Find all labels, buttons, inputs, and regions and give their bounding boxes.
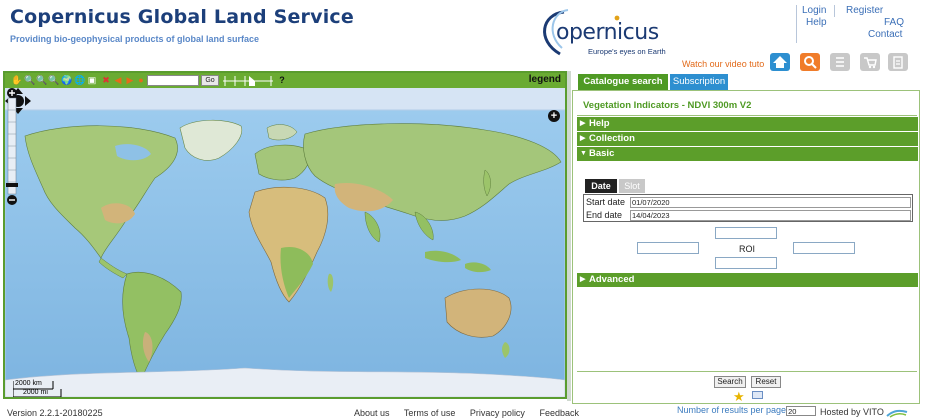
cart-icon[interactable]	[860, 53, 880, 71]
end-date-label: End date	[586, 210, 623, 220]
world-map[interactable]: + 2000 km 2000 mi	[5, 88, 565, 397]
product-title: Vegetation Indicators - NDVI 300m V2	[583, 100, 752, 111]
site-footer: Version 2.2.1-20180225 About us Terms of…	[0, 406, 930, 420]
select-box-icon[interactable]: ▣	[87, 75, 97, 85]
copernicus-logo[interactable]: opernicus Europe's eyes on Earth	[534, 4, 674, 60]
start-date-row: Start date 01/07/2020	[584, 196, 912, 209]
previous-view-icon[interactable]: ◀	[113, 75, 123, 85]
world-map-image	[5, 88, 565, 397]
hosted-by-text[interactable]: Hosted by VITO	[820, 407, 884, 417]
scale-mi: 2000 mi	[23, 389, 48, 396]
tab-catalogue-search[interactable]: Catalogue search	[578, 74, 668, 90]
zoom-box-icon[interactable]: 🔍	[48, 75, 59, 85]
zoom-slider[interactable]	[5, 88, 19, 206]
zoom-world-icon[interactable]: 🌍	[61, 75, 72, 85]
privacy-link[interactable]: Privacy policy	[470, 408, 525, 418]
start-date-input[interactable]: 01/07/2020	[630, 197, 911, 208]
opacity-slider[interactable]	[223, 75, 273, 86]
feedback-link[interactable]: Feedback	[539, 408, 579, 418]
expand-arrow-icon: ▶	[580, 120, 586, 127]
place-search-input[interactable]	[147, 75, 199, 86]
section-collection[interactable]: ▶ Collection	[577, 132, 918, 146]
search-button[interactable]: Search	[714, 376, 746, 388]
video-tutorial-link[interactable]: Watch our video tuto	[682, 59, 772, 69]
zoom-in-icon[interactable]: 🔍	[24, 75, 35, 85]
account-links: Login Register Help FAQ Contact	[796, 3, 908, 43]
link-divider	[796, 5, 797, 43]
favorite-star-icon[interactable]: ★	[733, 390, 745, 403]
site-title[interactable]: Copernicus Global Land Service	[10, 6, 354, 28]
expand-arrow-icon: ▶	[580, 276, 586, 283]
section-collection-label: Collection	[589, 133, 635, 144]
reset-button[interactable]: Reset	[751, 376, 781, 388]
next-view-icon[interactable]: ▶	[125, 75, 135, 85]
terms-link[interactable]: Terms of use	[404, 408, 456, 418]
logo-tagline: Europe's eyes on Earth	[588, 47, 666, 56]
roi-north-input[interactable]	[715, 227, 777, 239]
help-link[interactable]: Help	[806, 17, 827, 28]
email-icon[interactable]	[752, 391, 763, 399]
link-divider	[834, 5, 835, 17]
scale-bar: 2000 km 2000 mi	[13, 380, 63, 397]
map-panel: ✋ 🔍 🔍 🔍 🌍 🌐 ▣ ✖ ◀ ▶ ● Go ? legend + 2000…	[3, 71, 567, 399]
login-link[interactable]: Login	[802, 5, 826, 16]
faq-link[interactable]: FAQ	[884, 17, 904, 28]
legend-link[interactable]: legend	[529, 74, 561, 85]
hosted-by: Hosted by VITO	[820, 407, 908, 418]
catalogue-panel: Catalogue search Subscription Vegetation…	[572, 74, 920, 416]
title-divider	[577, 115, 917, 116]
map-help-icon[interactable]: ?	[277, 75, 287, 85]
tab-subscription[interactable]: Subscription	[670, 74, 728, 90]
version-text: Version 2.2.1-20180225	[7, 408, 103, 418]
list-icon[interactable]	[830, 53, 850, 71]
layer-switcher-icon[interactable]: +	[548, 110, 560, 122]
bottom-divider	[577, 371, 917, 372]
section-help[interactable]: ▶ Help	[577, 117, 918, 131]
section-help-label: Help	[589, 118, 610, 129]
about-link[interactable]: About us	[354, 408, 390, 418]
clipboard-icon[interactable]	[888, 53, 908, 71]
roi-label: ROI	[739, 244, 756, 254]
catalogue-body: Vegetation Indicators - NDVI 300m V2 ▶ He…	[572, 90, 920, 416]
section-basic[interactable]: ▼ Basic	[577, 147, 918, 161]
start-date-label: Start date	[586, 197, 626, 207]
expand-arrow-icon: ▶	[580, 135, 586, 142]
subtab-slot[interactable]: Slot	[619, 179, 645, 193]
zoom-out-icon[interactable]: 🔍	[36, 75, 47, 85]
register-link[interactable]: Register	[846, 5, 883, 16]
roi-west-input[interactable]	[637, 242, 699, 254]
collapse-arrow-icon: ▼	[580, 150, 587, 157]
section-advanced-label: Advanced	[589, 274, 635, 285]
footer-links: About us Terms of use Privacy policy Fee…	[354, 408, 591, 418]
section-basic-label: Basic	[589, 148, 615, 159]
date-range-box: Start date 01/07/2020 End date 14/04/202…	[583, 194, 913, 222]
roi-east-input[interactable]	[793, 242, 855, 254]
roi-south-input[interactable]	[715, 257, 777, 269]
contact-link[interactable]: Contact	[868, 29, 902, 40]
pan-hand-icon[interactable]: ✋	[11, 75, 22, 85]
vito-logo-icon	[886, 409, 908, 418]
clear-selection-icon[interactable]: ✖	[101, 75, 111, 85]
subtab-date[interactable]: Date	[585, 179, 617, 193]
globe-icon[interactable]: 🌐	[74, 75, 85, 85]
site-header: Copernicus Global Land Service Providing…	[0, 0, 930, 71]
logo-word: opernicus	[556, 20, 659, 45]
section-advanced[interactable]: ▶ Advanced	[577, 273, 918, 287]
end-date-row: End date 14/04/2023	[584, 209, 912, 222]
end-date-input[interactable]: 14/04/2023	[630, 210, 911, 221]
go-button[interactable]: Go	[201, 75, 219, 86]
search-icon[interactable]	[800, 53, 820, 71]
home-icon[interactable]	[770, 53, 790, 71]
map-toolbar: ✋ 🔍 🔍 🔍 🌍 🌐 ▣ ✖ ◀ ▶ ● Go ? legend	[5, 73, 565, 88]
panel-splitter[interactable]	[567, 71, 571, 401]
scale-km: 2000 km	[15, 380, 42, 387]
refresh-icon[interactable]: ●	[136, 75, 146, 85]
site-subtitle: Providing bio-geophysical products of gl…	[10, 34, 260, 44]
